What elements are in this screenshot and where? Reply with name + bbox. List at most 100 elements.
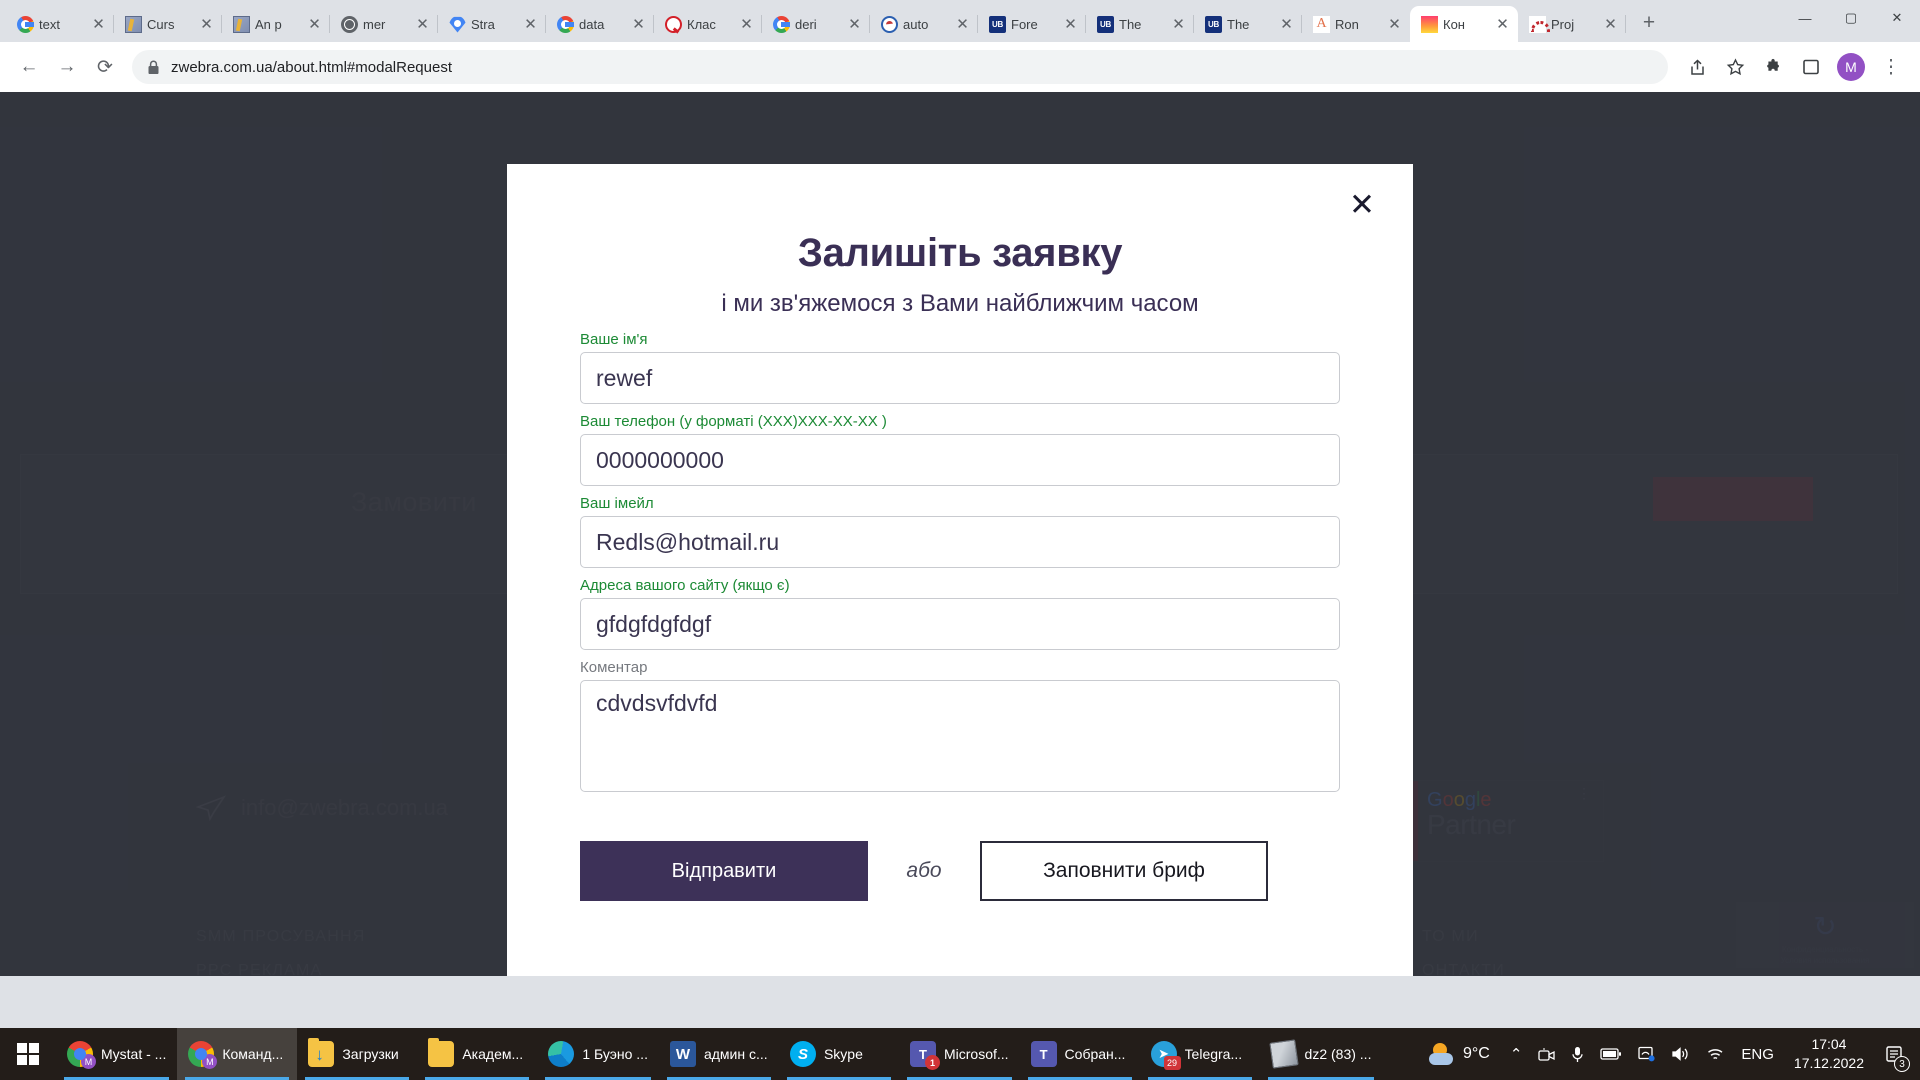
tab-close-icon[interactable]: ✕ xyxy=(630,16,647,33)
globe-icon xyxy=(341,15,358,33)
weather-widget[interactable]: 9°C xyxy=(1419,1043,1502,1065)
google-icon xyxy=(557,15,574,33)
tab-close-icon[interactable]: ✕ xyxy=(1494,16,1511,33)
forward-button[interactable]: → xyxy=(50,50,84,84)
browser-tab[interactable]: Кон ✕ xyxy=(1410,6,1518,42)
tab-close-icon[interactable]: ✕ xyxy=(738,16,755,33)
extensions-puzzle-icon[interactable] xyxy=(1756,50,1790,84)
system-tray: 9°C ⌃ ENG 17:04 17.12.2022 3 xyxy=(1419,1028,1920,1080)
close-window-button[interactable]: ✕ xyxy=(1874,0,1920,36)
tab-close-icon[interactable]: ✕ xyxy=(1278,16,1295,33)
q-letter-icon xyxy=(665,15,682,33)
modal-subtitle: і ми зв'яжемося з Вами найближчим часом xyxy=(721,290,1199,317)
browser-window: text ✕ Curs ✕ An p ✕ mer ✕ Stra ✕ data ✕ Клас ✕ deri ✕ a… xyxy=(0,0,1920,1028)
browser-tab[interactable]: Клас ✕ xyxy=(654,6,762,42)
tab-close-icon[interactable]: ✕ xyxy=(1602,16,1619,33)
taskbar-item-label: Собран... xyxy=(1064,1046,1126,1062)
tab-close-icon[interactable]: ✕ xyxy=(954,16,971,33)
form-field: Коментар xyxy=(580,659,1340,797)
sync-icon xyxy=(881,15,898,33)
minimize-button[interactable]: — xyxy=(1782,0,1828,36)
taskbar-item[interactable]: ↓ Загрузки xyxy=(297,1028,417,1080)
browser-tab[interactable]: Stra ✕ xyxy=(438,6,546,42)
taskbar-item[interactable]: 1 Буэно ... xyxy=(537,1028,659,1080)
new-tab-button[interactable]: + xyxy=(1632,6,1666,40)
comment-textarea[interactable] xyxy=(580,680,1340,792)
browser-menu-icon[interactable]: ⋮ xyxy=(1874,50,1908,84)
taskbar-item[interactable]: T Собран... xyxy=(1020,1028,1140,1080)
taskbar-item[interactable]: M Команд... xyxy=(177,1028,298,1080)
submit-button[interactable]: Відправити xyxy=(580,841,868,901)
camera-icon[interactable] xyxy=(1530,1028,1563,1080)
browser-tab[interactable]: mer ✕ xyxy=(330,6,438,42)
browser-tab[interactable]: UB The ✕ xyxy=(1086,6,1194,42)
field-label: Ваш телефон (у форматі (XXX)XXX-XX-XX ) xyxy=(580,413,887,430)
website-input[interactable] xyxy=(580,598,1340,650)
tab-label: Curs xyxy=(147,16,175,32)
tab-close-icon[interactable]: ✕ xyxy=(1170,16,1187,33)
close-icon[interactable]: ✕ xyxy=(1342,184,1382,224)
browser-tab[interactable]: UB Fore ✕ xyxy=(978,6,1086,42)
tab-close-icon[interactable]: ✕ xyxy=(306,16,323,33)
address-bar[interactable]: zwebra.com.ua/about.html#modalRequest xyxy=(132,50,1668,84)
tab-close-icon[interactable]: ✕ xyxy=(846,16,863,33)
notification-count: 3 xyxy=(1894,1056,1910,1072)
battery-icon[interactable] xyxy=(1592,1028,1630,1080)
show-hidden-icons-chevron[interactable]: ⌃ xyxy=(1502,1028,1531,1080)
taskbar-item[interactable]: 29Telegra... xyxy=(1140,1028,1260,1080)
email-input[interactable] xyxy=(580,516,1340,568)
volume-icon[interactable] xyxy=(1663,1028,1698,1080)
or-separator-label: або xyxy=(906,859,942,882)
browser-tab[interactable]: Ron ✕ xyxy=(1302,6,1410,42)
tab-close-icon[interactable]: ✕ xyxy=(1062,16,1079,33)
browser-tab[interactable]: Curs ✕ xyxy=(114,6,222,42)
taskbar-item-label: Telegra... xyxy=(1184,1046,1243,1062)
phone-input[interactable] xyxy=(580,434,1340,486)
form-field: Ваше ім'я xyxy=(580,331,1340,413)
wifi-icon[interactable] xyxy=(1698,1028,1733,1080)
tab-close-icon[interactable]: ✕ xyxy=(1386,16,1403,33)
tab-close-icon[interactable]: ✕ xyxy=(522,16,539,33)
field-label: Коментар xyxy=(580,659,648,676)
reload-button[interactable]: ⟳ xyxy=(88,50,122,84)
taskbar-item[interactable]: M Mystat - ... xyxy=(56,1028,177,1080)
tab-close-icon[interactable]: ✕ xyxy=(90,16,107,33)
taskbar-item[interactable]: Академ... xyxy=(417,1028,537,1080)
browser-tab[interactable]: text ✕ xyxy=(6,6,114,42)
browser-tab[interactable]: UB The ✕ xyxy=(1194,6,1302,42)
tab-close-icon[interactable]: ✕ xyxy=(198,16,215,33)
taskbar-item[interactable]: T 1 Microsof... xyxy=(899,1028,1020,1080)
page-viewport: Замовити info@zwebra.com.ua SMM ПРОСУВАН… xyxy=(0,92,1920,976)
taskbar-item-label: 1 Буэно ... xyxy=(582,1046,648,1062)
tab-close-icon[interactable]: ✕ xyxy=(414,16,431,33)
browser-tab[interactable]: data ✕ xyxy=(546,6,654,42)
sidepanel-icon[interactable] xyxy=(1794,50,1828,84)
form-field: Ваш імейл xyxy=(580,495,1340,577)
browser-toolbar: ← → ⟳ zwebra.com.ua/about.html#modalRequ… xyxy=(0,42,1920,92)
browser-tab[interactable]: Proj ✕ xyxy=(1518,6,1626,42)
avatar[interactable]: M xyxy=(1837,53,1865,81)
name-input[interactable] xyxy=(580,352,1340,404)
back-button[interactable]: ← xyxy=(12,50,46,84)
browser-tab[interactable]: An p ✕ xyxy=(222,6,330,42)
taskbar-item[interactable]: S Skype xyxy=(779,1028,899,1080)
taskbar-item[interactable]: dz2 (83) ... xyxy=(1260,1028,1383,1080)
windows-start-icon[interactable] xyxy=(0,1028,56,1080)
browser-tab[interactable]: deri ✕ xyxy=(762,6,870,42)
sun-cloud-icon xyxy=(1428,1043,1455,1065)
url-text: zwebra.com.ua/about.html#modalRequest xyxy=(171,58,452,76)
screenshot-icon[interactable] xyxy=(1630,1028,1663,1080)
google-icon xyxy=(17,15,34,33)
tab-label: deri xyxy=(795,16,817,32)
language-indicator[interactable]: ENG xyxy=(1733,1028,1782,1080)
fill-brief-button[interactable]: Заповнити бриф xyxy=(980,841,1268,901)
clock[interactable]: 17:04 17.12.2022 xyxy=(1782,1035,1876,1073)
microphone-icon[interactable] xyxy=(1563,1028,1592,1080)
browser-tab[interactable]: auto ✕ xyxy=(870,6,978,42)
taskbar-item-label: Microsof... xyxy=(943,1046,1009,1062)
bookmark-star-icon[interactable] xyxy=(1718,50,1752,84)
action-center-icon[interactable]: 3 xyxy=(1876,1028,1912,1080)
maximize-button[interactable]: ▢ xyxy=(1828,0,1874,36)
taskbar-item[interactable]: Wадмин с... xyxy=(659,1028,779,1080)
share-icon[interactable] xyxy=(1680,50,1714,84)
